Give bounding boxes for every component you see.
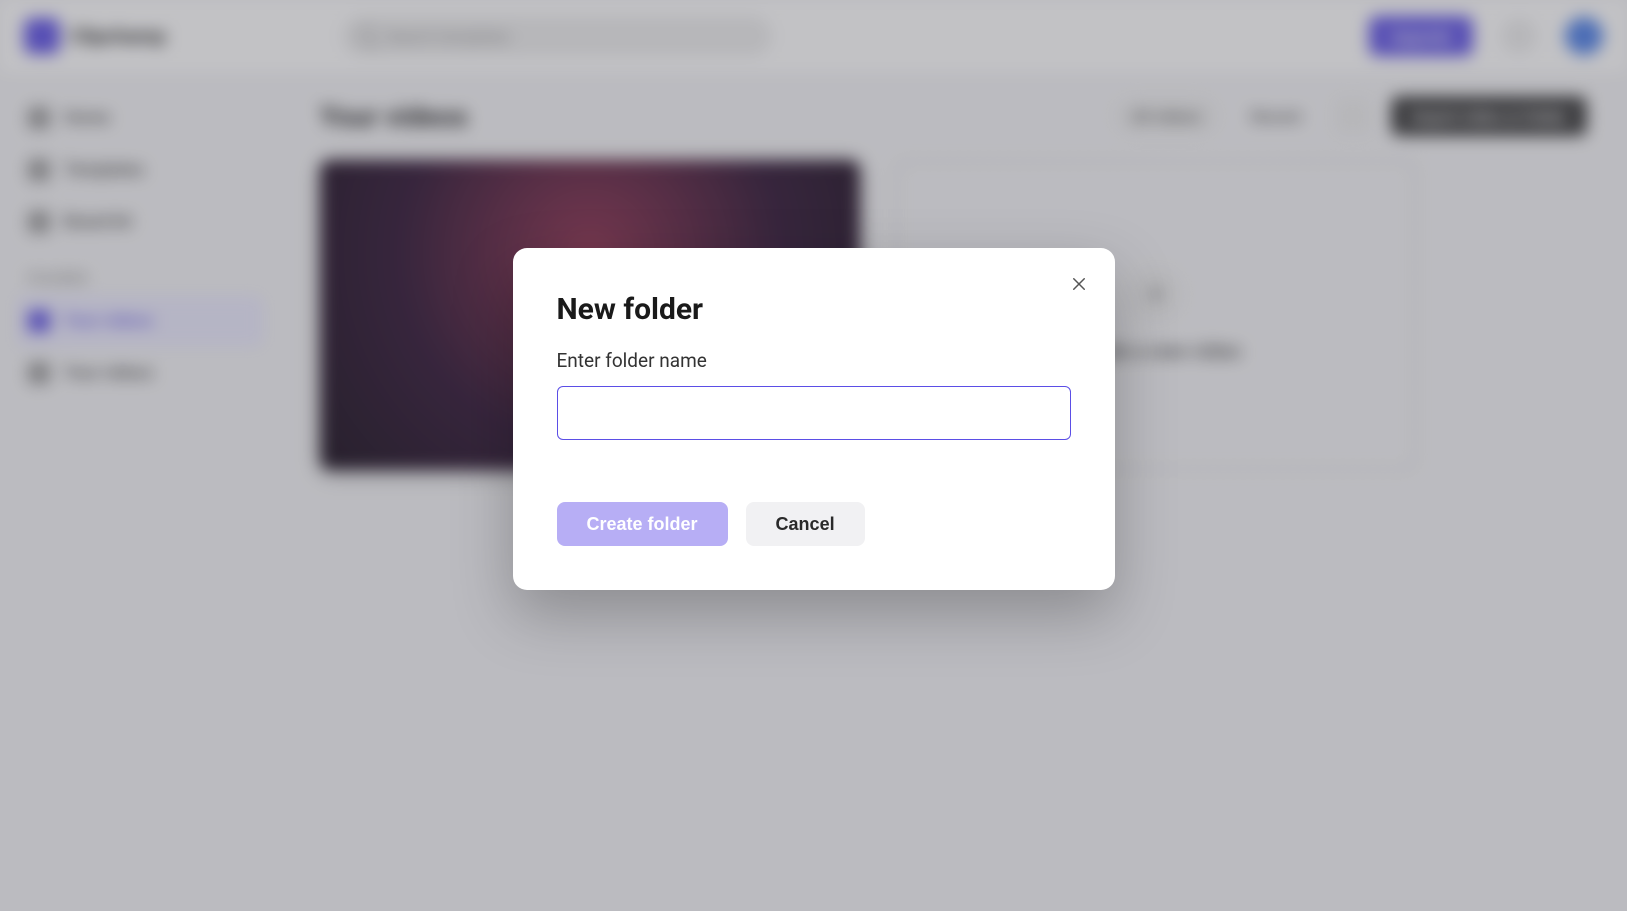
- modal-input-label: Enter folder name: [557, 349, 1071, 372]
- create-folder-button-label: Create folder: [587, 514, 698, 534]
- modal-actions: Create folder Cancel: [557, 502, 1071, 546]
- new-folder-modal: New folder Enter folder name Create fold…: [513, 248, 1115, 590]
- modal-overlay[interactable]: New folder Enter folder name Create fold…: [0, 0, 1627, 911]
- modal-title: New folder: [557, 292, 1071, 327]
- folder-name-input[interactable]: [557, 386, 1071, 440]
- close-button[interactable]: [1063, 268, 1095, 300]
- cancel-button-label: Cancel: [776, 514, 835, 534]
- close-icon: [1070, 275, 1088, 293]
- cancel-button[interactable]: Cancel: [746, 502, 865, 546]
- create-folder-button[interactable]: Create folder: [557, 502, 728, 546]
